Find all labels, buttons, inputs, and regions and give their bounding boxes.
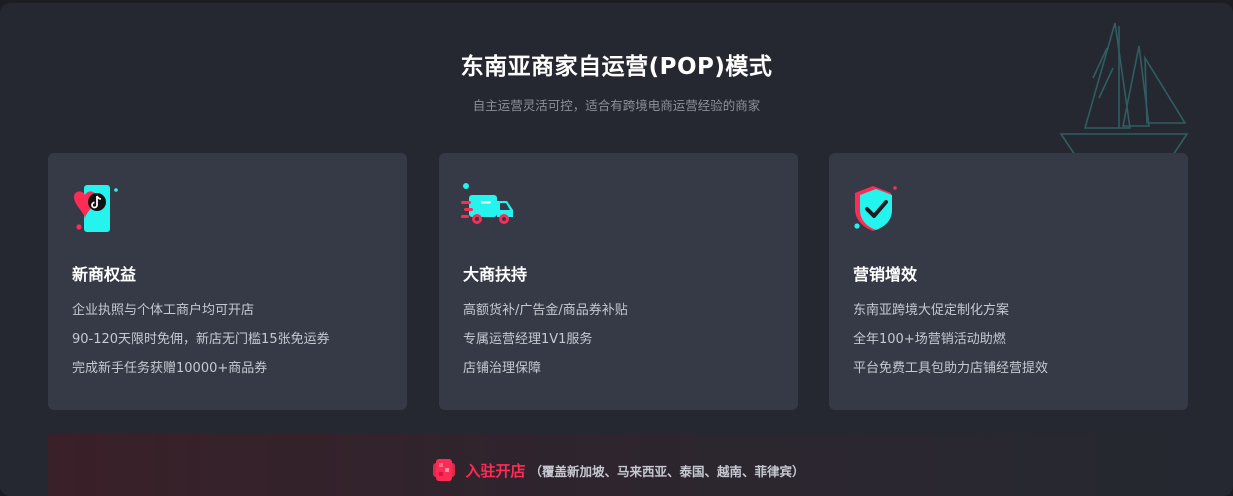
coverage-note: （覆盖新加坡、马来西亚、泰国、越南、菲律宾） bbox=[529, 463, 805, 479]
card-large-merchant-support: 大商扶持 高额货补/广告金/商品券补贴 专属运营经理1V1服务 店铺治理保障 bbox=[439, 153, 798, 410]
sailboat-icon bbox=[1059, 22, 1189, 159]
pop-mode-section: 东南亚商家自运营(POP)模式 自主运营灵活可控，适合有跨境电商运营经验的商家 … bbox=[0, 3, 1233, 496]
open-store-link[interactable]: 入驻开店 bbox=[465, 460, 525, 481]
section-subtitle: 自主运营灵活可控，适合有跨境电商运营经验的商家 bbox=[472, 98, 761, 113]
benefit-list: 企业执照与个体工商户均可开店 90-120天限时免佣，新店无门槛15张免运券 完… bbox=[72, 302, 330, 389]
list-item: 完成新手任务获赠10000+商品券 bbox=[72, 361, 268, 376]
list-item: 90-120天限时免佣，新店无门槛15张免运券 bbox=[72, 332, 330, 347]
tiktok-phone-heart-icon bbox=[74, 185, 118, 232]
delivery-truck-icon bbox=[461, 183, 513, 224]
list-item: 高额货补/广告金/商品券补贴 bbox=[463, 303, 628, 318]
shield-check-icon bbox=[854, 186, 897, 231]
benefit-list: 高额货补/广告金/商品券补贴 专属运营经理1V1服务 店铺治理保障 bbox=[463, 302, 628, 389]
open-store-banner[interactable]: 入驻开店 （覆盖新加坡、马来西亚、泰国、越南、菲律宾） bbox=[48, 434, 1188, 496]
section-title: 东南亚商家自运营(POP)模式 bbox=[460, 54, 773, 80]
list-item: 店铺治理保障 bbox=[463, 361, 542, 376]
list-item: 专属运营经理1V1服务 bbox=[463, 332, 593, 347]
card-new-merchant-benefits: 新商权益 企业执照与个体工商户均可开店 90-120天限时免佣，新店无门槛15张… bbox=[48, 153, 407, 410]
banner-content: 入驻开店 （覆盖新加坡、马来西亚、泰国、越南、菲律宾） bbox=[48, 457, 1188, 483]
list-item: 平台免费工具包助力店铺经营提效 bbox=[853, 361, 1049, 376]
card-marketing-boost: 营销增效 东南亚跨境大促定制化方案 全年100+场营销活动助燃 平台免费工具包助… bbox=[829, 153, 1188, 410]
card-title: 大商扶持 bbox=[463, 265, 528, 284]
list-item: 东南亚跨境大促定制化方案 bbox=[853, 303, 1010, 318]
card-title: 营销增效 bbox=[853, 265, 918, 284]
tiktok-shop-logo-icon bbox=[433, 459, 456, 481]
card-title: 新商权益 bbox=[72, 265, 137, 284]
list-item: 全年100+场营销活动助燃 bbox=[853, 332, 1006, 347]
benefit-list: 东南亚跨境大促定制化方案 全年100+场营销活动助燃 平台免费工具包助力店铺经营… bbox=[853, 302, 1048, 389]
list-item: 企业执照与个体工商户均可开店 bbox=[72, 303, 255, 318]
